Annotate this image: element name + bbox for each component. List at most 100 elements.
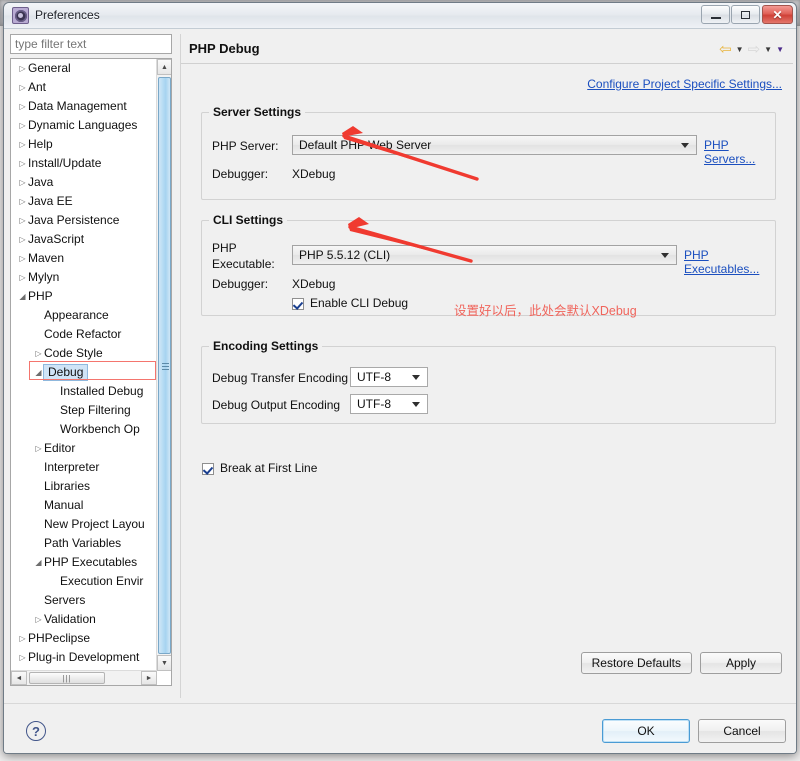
- sidebar-item-appearance[interactable]: Appearance: [11, 306, 157, 325]
- configure-project-specific-settings-link[interactable]: Configure Project Specific Settings...: [587, 77, 782, 91]
- collapsed-arrow-icon[interactable]: ▷: [33, 439, 44, 458]
- scroll-right-button[interactable]: ►: [141, 671, 157, 685]
- sidebar-item-execution-envir[interactable]: Execution Envir: [11, 572, 157, 591]
- dialog-footer: ? OK Cancel: [4, 703, 796, 753]
- collapsed-arrow-icon[interactable]: ▷: [17, 268, 28, 287]
- sidebar-item-interpreter[interactable]: Interpreter: [11, 458, 157, 477]
- sidebar-item-label: PHP Executables: [44, 555, 138, 570]
- back-arrow-icon[interactable]: ⇦: [719, 42, 732, 57]
- sidebar-item-javascript[interactable]: ▷ JavaScript: [11, 230, 157, 249]
- sidebar-item-java-ee[interactable]: ▷ Java EE: [11, 192, 157, 211]
- collapsed-arrow-icon[interactable]: ▷: [17, 249, 28, 268]
- debug-output-encoding-combobox[interactable]: UTF-8: [350, 394, 428, 414]
- horizontal-scrollbar-thumb[interactable]: |||: [29, 672, 105, 684]
- php-executable-value: PHP 5.5.12 (CLI): [299, 248, 391, 262]
- sidebar-item-label: Plug-in Development: [28, 650, 140, 665]
- sidebar-item-manual[interactable]: Manual: [11, 496, 157, 515]
- collapsed-arrow-icon[interactable]: ▷: [17, 629, 28, 648]
- sidebar-item-label: Libraries: [44, 479, 91, 494]
- sidebar-item-general[interactable]: ▷ General: [11, 59, 157, 78]
- sidebar-item-label: Maven: [28, 251, 65, 266]
- forward-dropdown-icon[interactable]: ▼: [764, 45, 772, 54]
- sidebar-item-label: Code Style: [44, 346, 103, 361]
- maximize-button[interactable]: [731, 5, 760, 24]
- expanded-arrow-icon[interactable]: ◢: [17, 287, 28, 306]
- cli-debugger-label: Debugger:: [212, 277, 269, 291]
- collapsed-arrow-icon[interactable]: ▷: [17, 230, 28, 249]
- close-icon: ✕: [772, 7, 783, 22]
- php-servers-link[interactable]: PHP Servers...: [704, 138, 775, 166]
- collapsed-arrow-icon[interactable]: ▷: [17, 154, 28, 173]
- expanded-arrow-icon[interactable]: ◢: [33, 553, 44, 572]
- sidebar-item-php[interactable]: ◢ PHP: [11, 287, 157, 306]
- enable-cli-debug-checkbox[interactable]: [292, 298, 304, 310]
- sidebar-item-editor[interactable]: ▷ Editor: [11, 439, 157, 458]
- forward-arrow-icon[interactable]: ⇨: [748, 42, 761, 57]
- tree-horizontal-scrollbar[interactable]: ◄ ||| ►: [11, 670, 157, 685]
- sidebar-item-label: Editor: [44, 441, 76, 456]
- scroll-up-button[interactable]: ▲: [157, 59, 171, 75]
- collapsed-arrow-icon[interactable]: ▷: [17, 78, 28, 97]
- sidebar-item-path-variables[interactable]: Path Variables: [11, 534, 157, 553]
- apply-button[interactable]: Apply: [700, 652, 782, 674]
- sidebar-item-label: PHPeclipse: [28, 631, 91, 646]
- sidebar-item-code-refactor[interactable]: Code Refactor: [11, 325, 157, 344]
- view-menu-dropdown-icon[interactable]: ▼: [776, 45, 784, 54]
- sidebar-item-ant[interactable]: ▷ Ant: [11, 78, 157, 97]
- sidebar-item-data-management[interactable]: ▷ Data Management: [11, 97, 157, 116]
- sidebar-item-workbench-op[interactable]: Workbench Op: [11, 420, 157, 439]
- collapsed-arrow-icon[interactable]: ▷: [17, 211, 28, 230]
- sidebar-item-validation[interactable]: ▷ Validation: [11, 610, 157, 629]
- sidebar-item-plug-in-development[interactable]: ▷ Plug-in Development: [11, 648, 157, 667]
- sidebar-item-install-update[interactable]: ▷ Install/Update: [11, 154, 157, 173]
- collapsed-arrow-icon[interactable]: ▷: [33, 610, 44, 629]
- break-at-first-line-checkbox[interactable]: [202, 463, 214, 475]
- php-executable-combobox[interactable]: PHP 5.5.12 (CLI): [292, 245, 677, 265]
- cancel-button[interactable]: Cancel: [698, 719, 786, 743]
- close-button[interactable]: ✕: [762, 5, 793, 24]
- sidebar-item-java[interactable]: ▷ Java: [11, 173, 157, 192]
- sidebar-item-mylyn[interactable]: ▷ Mylyn: [11, 268, 157, 287]
- collapsed-arrow-icon[interactable]: ▷: [17, 97, 28, 116]
- php-executables-link[interactable]: PHP Executables...: [684, 248, 775, 276]
- annotation-note-text: 设置好以后，此处会默认XDebug: [454, 304, 637, 318]
- cli-debugger-value: XDebug: [292, 277, 336, 291]
- sidebar-item-step-filtering[interactable]: Step Filtering: [11, 401, 157, 420]
- collapsed-arrow-icon[interactable]: ▷: [17, 192, 28, 211]
- debug-transfer-encoding-combobox[interactable]: UTF-8: [350, 367, 428, 387]
- collapsed-arrow-icon[interactable]: ▷: [17, 59, 28, 78]
- help-icon[interactable]: ?: [26, 721, 46, 741]
- debug-transfer-encoding-label: Debug Transfer Encoding: [212, 371, 349, 385]
- debug-output-encoding-value: UTF-8: [357, 397, 391, 411]
- sidebar-item-code-style[interactable]: ▷ Code Style: [11, 344, 157, 363]
- sidebar-item-phpeclipse[interactable]: ▷ PHPeclipse: [11, 629, 157, 648]
- collapsed-arrow-icon[interactable]: ▷: [17, 173, 28, 192]
- sidebar-item-help[interactable]: ▷ Help: [11, 135, 157, 154]
- collapsed-arrow-icon[interactable]: ▷: [17, 135, 28, 154]
- server-debugger-label: Debugger:: [212, 167, 269, 181]
- sidebar-item-installed-debug[interactable]: Installed Debug: [11, 382, 157, 401]
- preferences-tree[interactable]: ▷ General ▷ Ant ▷ Data Management ▷ Dynamic Lan…: [11, 59, 157, 671]
- sidebar-item-php-executables[interactable]: ◢ PHP Executables: [11, 553, 157, 572]
- sidebar-item-libraries[interactable]: Libraries: [11, 477, 157, 496]
- collapsed-arrow-icon[interactable]: ▷: [33, 344, 44, 363]
- sidebar-item-servers[interactable]: Servers: [11, 591, 157, 610]
- scroll-left-button[interactable]: ◄: [11, 671, 27, 685]
- vertical-scrollbar-thumb[interactable]: [158, 77, 171, 654]
- php-server-combobox[interactable]: Default PHP Web Server: [292, 135, 697, 155]
- ok-button[interactable]: OK: [602, 719, 690, 743]
- collapsed-arrow-icon[interactable]: ▷: [17, 648, 28, 667]
- tree-vertical-scrollbar[interactable]: ▲ ▼: [156, 59, 171, 671]
- scroll-down-button[interactable]: ▼: [157, 655, 171, 671]
- filter-input[interactable]: [10, 34, 172, 54]
- sidebar-item-debug[interactable]: ◢ Debug: [11, 363, 157, 382]
- sidebar-item-maven[interactable]: ▷ Maven: [11, 249, 157, 268]
- sidebar-item-java-persistence[interactable]: ▷ Java Persistence: [11, 211, 157, 230]
- sidebar-item-new-project-layou[interactable]: New Project Layou: [11, 515, 157, 534]
- collapsed-arrow-icon[interactable]: ▷: [17, 116, 28, 135]
- encoding-settings-legend: Encoding Settings: [209, 339, 323, 353]
- sidebar-item-dynamic-languages[interactable]: ▷ Dynamic Languages: [11, 116, 157, 135]
- restore-defaults-button[interactable]: Restore Defaults: [580, 652, 692, 674]
- minimize-button[interactable]: [701, 5, 730, 24]
- back-dropdown-icon[interactable]: ▼: [736, 45, 744, 54]
